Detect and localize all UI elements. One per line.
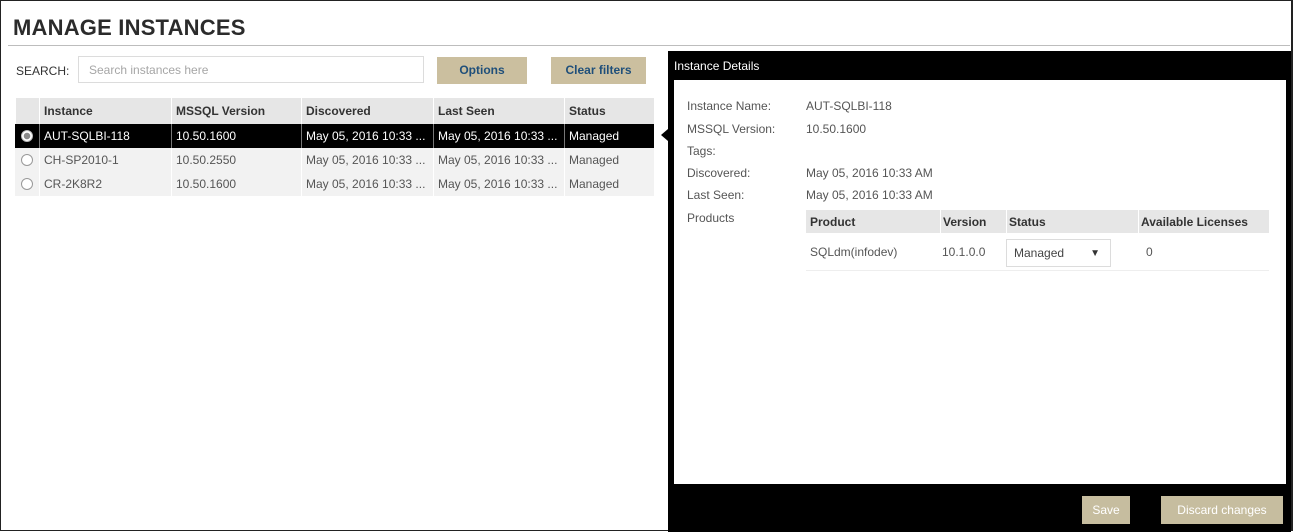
options-button[interactable]: Options (437, 57, 527, 84)
mssql-version-label: MSSQL Version: (687, 122, 776, 136)
discard-changes-button[interactable]: Discard changes (1161, 496, 1283, 524)
column-header-instance[interactable]: Instance (39, 98, 171, 124)
row-radio[interactable] (15, 172, 39, 196)
cell-status: Managed (564, 172, 654, 196)
last-seen-label: Last Seen: (687, 188, 745, 202)
cell-status: Managed (564, 148, 654, 172)
manage-instances-window: MANAGE INSTANCES SEARCH: Options Clear f… (0, 0, 1293, 532)
selection-pointer-icon (661, 129, 668, 141)
save-button[interactable]: Save (1082, 496, 1130, 524)
discovered-value: May 05, 2016 10:33 AM (806, 166, 933, 180)
instance-details-panel: Instance Details Instance Name: AUT-SQLB… (668, 51, 1291, 532)
mssql-version-value: 10.50.1600 (806, 122, 867, 136)
radio-icon (21, 130, 33, 142)
table-row[interactable]: AUT-SQLBI-118 10.50.1600 May 05, 2016 10… (15, 124, 654, 148)
product-status-select[interactable]: Managed ▼ (1006, 239, 1111, 267)
column-header-status: Status (1006, 210, 1136, 233)
instances-grid: Instance MSSQL Version Discovered Last S… (15, 98, 654, 196)
header-select-column (15, 98, 39, 124)
row-radio[interactable] (15, 124, 39, 148)
cell-last-seen: May 05, 2016 10:33 ... (433, 148, 564, 172)
title-divider (8, 45, 1290, 46)
column-header-version: Version (940, 210, 1004, 233)
last-seen-value: May 05, 2016 10:33 AM (806, 188, 933, 202)
cell-mssql-version: 10.50.1600 (171, 124, 301, 148)
cell-instance: CH-SP2010-1 (39, 148, 171, 172)
products-table: Product Version Status Available License… (806, 210, 1269, 271)
cell-discovered: May 05, 2016 10:33 ... (301, 124, 433, 148)
products-header: Product Version Status Available License… (806, 210, 1269, 233)
search-label: SEARCH: (16, 64, 70, 78)
cell-discovered: May 05, 2016 10:33 ... (301, 172, 433, 196)
cell-instance: AUT-SQLBI-118 (39, 124, 171, 148)
grid-header: Instance MSSQL Version Discovered Last S… (15, 98, 654, 124)
radio-icon (21, 154, 33, 166)
details-header: Instance Details (674, 59, 760, 73)
instance-name-label: Instance Name: (687, 99, 772, 113)
column-header-product: Product (810, 214, 856, 229)
tags-label: Tags: (687, 144, 716, 158)
page-title: MANAGE INSTANCES (13, 15, 246, 40)
radio-icon (21, 178, 33, 190)
products-label: Products (687, 211, 735, 225)
clear-filters-button[interactable]: Clear filters (551, 57, 646, 84)
column-header-discovered[interactable]: Discovered (301, 98, 433, 124)
cell-instance: CR-2K8R2 (39, 172, 171, 196)
cell-last-seen: May 05, 2016 10:33 ... (433, 124, 564, 148)
column-header-last-seen[interactable]: Last Seen (433, 98, 564, 124)
details-body: Instance Name: AUT-SQLBI-118 MSSQL Versi… (674, 80, 1286, 484)
cell-last-seen: May 05, 2016 10:33 ... (433, 172, 564, 196)
row-radio[interactable] (15, 148, 39, 172)
column-header-status[interactable]: Status (564, 98, 654, 124)
cell-mssql-version: 10.50.1600 (171, 172, 301, 196)
cell-available-licenses: 0 (1146, 244, 1153, 259)
search-input[interactable] (78, 56, 424, 83)
instance-name-value: AUT-SQLBI-118 (806, 99, 892, 113)
cell-product: SQLdm(infodev) (810, 244, 898, 259)
table-row[interactable]: CR-2K8R2 10.50.1600 May 05, 2016 10:33 .… (15, 172, 654, 196)
product-row: SQLdm(infodev) 10.1.0.0 Managed ▼ 0 (806, 233, 1269, 271)
product-status-value: Managed (1014, 246, 1065, 260)
cell-mssql-version: 10.50.2550 (171, 148, 301, 172)
table-row[interactable]: CH-SP2010-1 10.50.2550 May 05, 2016 10:3… (15, 148, 654, 172)
cell-status: Managed (564, 124, 654, 148)
cell-version: 10.1.0.0 (942, 244, 986, 259)
caret-down-icon: ▼ (1090, 248, 1100, 259)
column-header-mssql-version[interactable]: MSSQL Version (171, 98, 301, 124)
column-header-available-licenses: Available Licenses (1138, 210, 1269, 233)
discovered-label: Discovered: (687, 166, 751, 180)
cell-discovered: May 05, 2016 10:33 ... (301, 148, 433, 172)
